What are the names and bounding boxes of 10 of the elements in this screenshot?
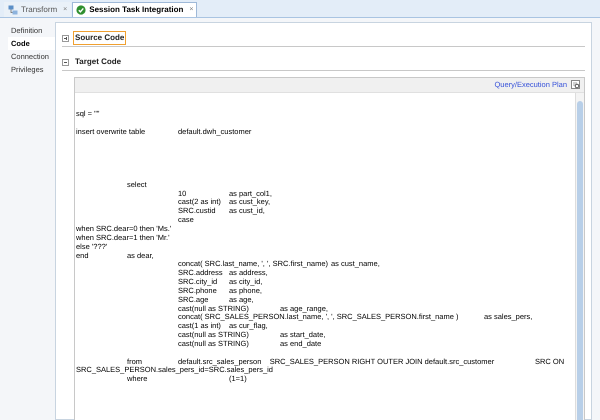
tab-label: Transform [21, 4, 58, 16]
diagram-icon [8, 5, 18, 15]
collapse-icon[interactable] [62, 58, 69, 66]
section-header[interactable]: Target Code [73, 55, 124, 69]
section-header[interactable]: Source Code [73, 31, 126, 45]
check-circle-icon [76, 5, 86, 15]
magnifier-document-icon[interactable] [571, 80, 581, 90]
expand-icon[interactable] [62, 34, 69, 42]
scrollbar[interactable] [575, 93, 584, 420]
tab-label: Session Task Integration [89, 4, 184, 16]
